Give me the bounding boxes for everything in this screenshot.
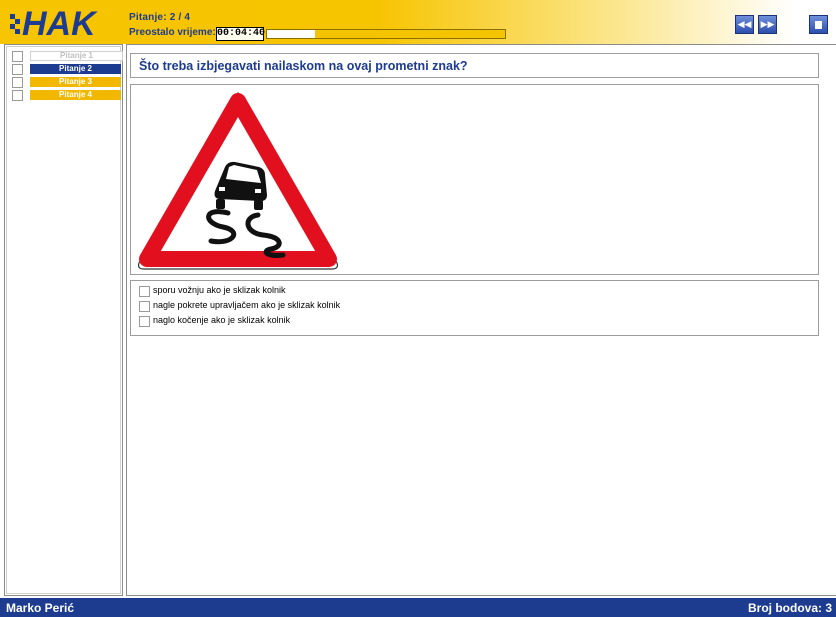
- question-2-checkbox[interactable]: [12, 64, 23, 75]
- sidebar-item-label: Pitanje 1: [30, 51, 123, 61]
- status-bar: Marko Perić Broj bodova: 3: [0, 598, 836, 617]
- sidebar-item-label: Pitanje 3: [30, 77, 121, 87]
- header-bar: HAK Pitanje: 2 / 4 Preostalo vrijeme: 00…: [0, 0, 836, 44]
- fast-forward-icon: ▶▶: [760, 19, 775, 29]
- sidebar-item-question-2[interactable]: Pitanje 2: [12, 64, 124, 75]
- time-progress-bar: [266, 29, 506, 39]
- question-counter-value: 2 / 4: [169, 12, 191, 23]
- answer-2-text: nagle pokrete upravljačem ako je sklizak…: [153, 300, 341, 310]
- answer-3-text: naglo kočenje ako je sklizak kolnik: [153, 315, 291, 325]
- user-name: Marko Perić: [6, 601, 75, 615]
- finish-test-button[interactable]: [809, 15, 828, 34]
- sidebar-item-label: Pitanje 2: [30, 64, 121, 74]
- time-label: Preostalo vrijeme:: [129, 27, 216, 38]
- rewind-icon: ◀◀: [737, 19, 752, 29]
- slippery-road-sign-image: [137, 91, 339, 270]
- time-progress-fill: [267, 30, 315, 38]
- question-3-checkbox[interactable]: [12, 77, 23, 88]
- answer-1-text: sporu vožnju ako je sklizak kolnik: [153, 285, 286, 295]
- sidebar-item-question-1[interactable]: Pitanje 1: [12, 51, 124, 62]
- answer-3-checkbox[interactable]: [139, 316, 150, 327]
- question-box: Što treba izbjegavati nailaskom na ovaj …: [130, 53, 819, 78]
- question-list-panel: Pitanje 1 Pitanje 2 Pitanje 3 Pitanje 4: [4, 44, 123, 596]
- sidebar-item-question-4[interactable]: Pitanje 4: [12, 90, 124, 101]
- question-counter: Pitanje: 2 / 4: [129, 12, 190, 23]
- answers-box: sporu vožnju ako je sklizak kolnik nagle…: [130, 280, 819, 336]
- question-image-box: [130, 84, 819, 275]
- sidebar-item-label: Pitanje 4: [30, 90, 121, 100]
- score-display: Broj bodova: 3: [748, 601, 833, 615]
- next-question-button[interactable]: ▶▶: [758, 15, 777, 34]
- sidebar-item-question-3[interactable]: Pitanje 3: [12, 77, 124, 88]
- stop-icon: [815, 21, 822, 29]
- question-text: Što treba izbjegavati nailaskom na ovaj …: [139, 59, 468, 73]
- question-4-checkbox[interactable]: [12, 90, 23, 101]
- question-label: Pitanje:: [129, 12, 167, 23]
- answer-2-checkbox[interactable]: [139, 301, 150, 312]
- hak-logo: HAK: [10, 5, 98, 40]
- answer-1-checkbox[interactable]: [139, 286, 150, 297]
- question-1-checkbox[interactable]: [12, 51, 23, 62]
- time-remaining: 00:04:40: [216, 27, 266, 41]
- previous-question-button[interactable]: ◀◀: [735, 15, 754, 34]
- logo-text: HAK: [22, 5, 98, 40]
